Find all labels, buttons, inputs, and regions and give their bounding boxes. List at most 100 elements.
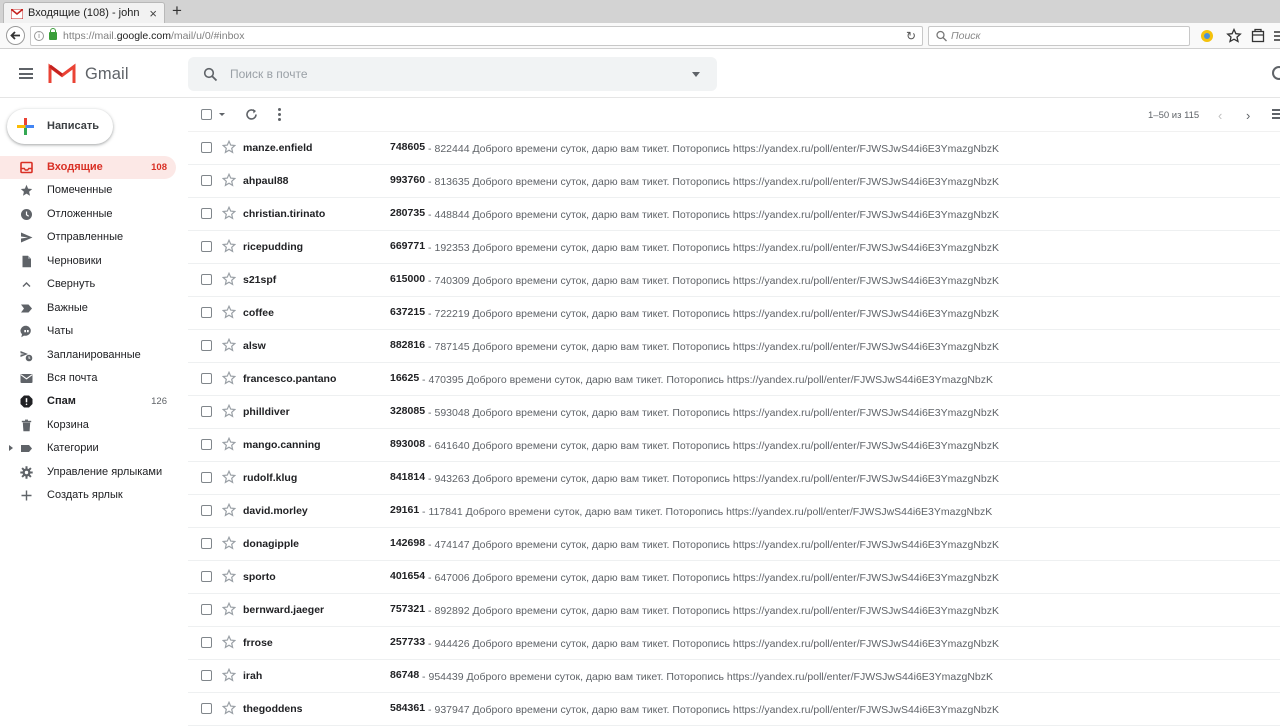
star-icon[interactable] [221,700,237,715]
message-checkbox[interactable] [201,439,212,450]
message-checkbox[interactable] [201,703,212,714]
refresh-icon[interactable] [245,108,258,121]
message-row[interactable]: manze.enfield 748605-822444 Доброго време… [188,132,1280,165]
message-checkbox[interactable] [201,307,212,318]
message-checkbox[interactable] [201,571,212,582]
message-row[interactable]: donagipple 142698-474147 Доброго времени … [188,528,1280,561]
message-row[interactable]: frrose 257733-944426 Доброго времени суто… [188,627,1280,660]
star-icon[interactable] [221,370,237,385]
gmail-favicon-icon [10,8,24,20]
message-checkbox[interactable] [201,340,212,351]
menu-icon[interactable] [1273,28,1280,44]
compose-button[interactable]: Написать [7,109,113,144]
message-sender: alsw [243,340,266,352]
sidebar-item[interactable]: Категории [0,437,176,460]
star-icon[interactable] [221,139,237,154]
message-checkbox[interactable] [201,670,212,681]
message-checkbox[interactable] [201,373,212,384]
expand-arrow-icon[interactable] [9,445,13,452]
sidebar-item[interactable]: Управление ярлыками [0,461,176,484]
main-menu-icon[interactable] [19,68,33,79]
search-options-caret-icon[interactable] [692,72,700,77]
sidebar-item[interactable]: Спам 126 [0,390,176,413]
reload-icon[interactable]: ↻ [906,29,916,43]
sidebar-item[interactable]: Входящие 108 [0,156,176,180]
message-row[interactable]: s21spf 615000-740309 Доброго времени суто… [188,264,1280,297]
sidebar-item[interactable]: Корзина [0,414,176,437]
message-row[interactable]: david.morley 29161-117841 Доброго времени… [188,495,1280,528]
message-row[interactable]: francesco.pantano 16625-470395 Доброго вр… [188,363,1280,396]
message-row[interactable]: coffee 637215-722219 Доброго времени суто… [188,297,1280,330]
star-icon[interactable] [221,238,237,253]
sidebar-item[interactable]: Свернуть [0,273,176,296]
info-icon[interactable]: i [34,31,44,41]
gmail-product-name[interactable]: Gmail [85,65,129,84]
back-button[interactable] [6,26,25,45]
newer-page-icon[interactable]: › [1246,108,1250,123]
message-row[interactable]: ahpaul88 993760-813635 Доброго времени су… [188,165,1280,198]
message-row[interactable]: christian.tirinato 280735-448844 Доброго … [188,198,1280,231]
bookmark-star-icon[interactable] [1226,28,1242,44]
message-checkbox[interactable] [201,208,212,219]
address-bar[interactable]: i https://mail.google.com/mail/u/0/#inbo… [30,26,923,46]
tab-close-icon[interactable]: × [149,6,157,21]
message-checkbox[interactable] [201,637,212,648]
star-icon[interactable] [221,403,237,418]
message-checkbox[interactable] [201,142,212,153]
sidebar-item[interactable]: Важные [0,297,176,320]
sidebar-item[interactable]: Помеченные [0,179,176,202]
mail-search-input[interactable]: Поиск в почте [188,57,717,91]
sidebar-item[interactable]: Отложенные [0,203,176,226]
sidebar-item[interactable]: Вся почта [0,367,176,390]
message-row[interactable]: mango.canning 893008-641640 Доброго време… [188,429,1280,462]
message-row[interactable]: rudolf.klug 841814-943263 Доброго времени… [188,462,1280,495]
extension-icon[interactable] [1199,28,1215,44]
star-icon[interactable] [221,337,237,352]
message-checkbox[interactable] [201,472,212,483]
new-tab-button[interactable]: + [172,1,182,21]
message-checkbox[interactable] [201,505,212,516]
star-icon[interactable] [221,535,237,550]
library-icon[interactable] [1250,28,1266,44]
select-caret-icon[interactable] [219,113,225,116]
support-icon[interactable] [1272,66,1280,80]
density-settings-icon[interactable] [1272,109,1280,120]
browser-tab[interactable]: Входящие (108) - johnpar... × [3,2,165,23]
message-row[interactable]: alsw 882816-787145 Доброго времени суток,… [188,330,1280,363]
star-icon[interactable] [221,469,237,484]
star-icon[interactable] [221,304,237,319]
select-all-checkbox[interactable] [201,109,212,120]
message-row[interactable]: sporto 401654-647006 Доброго времени суто… [188,561,1280,594]
message-row[interactable]: ricepudding 669771-192353 Доброго времени… [188,231,1280,264]
star-icon[interactable] [221,172,237,187]
message-checkbox[interactable] [201,406,212,417]
star-icon[interactable] [221,271,237,286]
sidebar-item[interactable]: Черновики [0,250,176,273]
sidebar-item[interactable]: Чаты [0,320,176,343]
browser-search-field[interactable]: Поиск [928,26,1190,46]
star-icon[interactable] [221,568,237,583]
sidebar-item[interactable]: Запланированные [0,344,176,367]
message-checkbox[interactable] [201,604,212,615]
sidebar-item[interactable]: Отправленные [0,226,176,249]
message-row[interactable]: irah 86748-954439 Доброго времени суток, … [188,660,1280,693]
message-checkbox[interactable] [201,538,212,549]
older-page-icon[interactable]: ‹ [1218,108,1222,123]
star-icon[interactable] [221,601,237,616]
message-checkbox[interactable] [201,274,212,285]
star-icon[interactable] [221,436,237,451]
message-checkbox[interactable] [201,241,212,252]
star-icon[interactable] [221,634,237,649]
lock-icon [49,28,57,40]
more-options-icon[interactable] [278,108,282,122]
message-checkbox[interactable] [201,175,212,186]
star-icon[interactable] [221,205,237,220]
message-row[interactable]: thegoddens 584361-937947 Доброго времени … [188,693,1280,726]
message-row[interactable]: bernward.jaeger 757321-892892 Доброго вре… [188,594,1280,627]
star-icon[interactable] [221,667,237,682]
message-sender: manze.enfield [243,142,313,154]
sidebar-item[interactable]: Создать ярлык [0,484,176,507]
search-icon[interactable] [203,67,218,82]
star-icon[interactable] [221,502,237,517]
message-row[interactable]: philldiver 328085-593048 Доброго времени … [188,396,1280,429]
